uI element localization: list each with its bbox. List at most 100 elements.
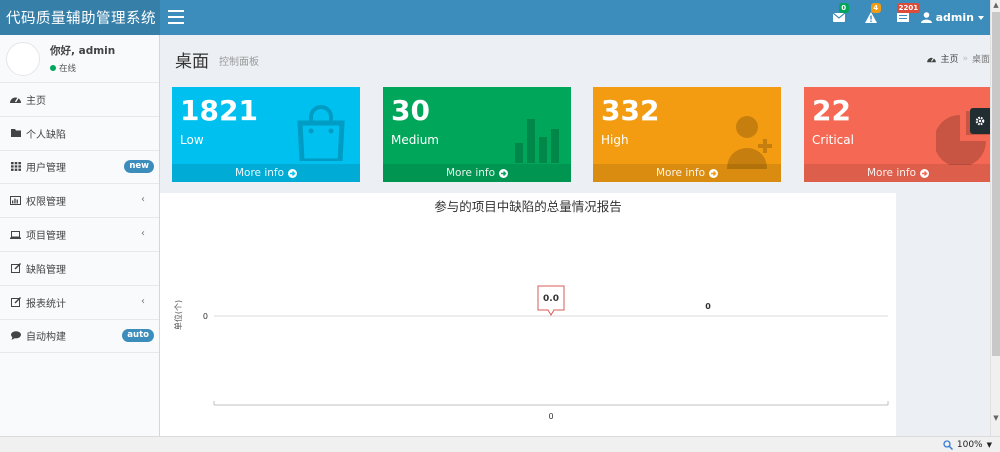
arrow-circle-right-icon xyxy=(920,168,930,178)
messages-badge: 0 xyxy=(838,3,849,13)
chart-title: 参与的项目中缺陷的总量情况报告 xyxy=(434,199,622,214)
data-label: 0 xyxy=(705,302,711,311)
laptop-icon xyxy=(10,229,21,240)
bar-chart-icon xyxy=(515,119,559,163)
messages-menu[interactable]: 0 xyxy=(823,0,855,35)
online-status-icon xyxy=(50,65,56,71)
chevron-left-icon: ‹ xyxy=(141,295,145,307)
sidebar-item-label: 缺陷管理 xyxy=(26,264,66,276)
chart-y-axis-label: 单位(个) xyxy=(173,300,183,330)
user-status-text: 在线 xyxy=(59,64,77,74)
more-info-label: More info xyxy=(655,167,706,179)
app-logo[interactable]: 代码质量辅助管理系统 xyxy=(0,0,160,35)
scrollbar-thumb[interactable] xyxy=(992,12,1000,356)
new-badge: new xyxy=(124,159,154,173)
breadcrumb-current: 桌面 xyxy=(971,55,990,65)
grid-icon xyxy=(10,161,21,172)
defect-report-chart: 参与的项目中缺陷的总量情况报告 单位(个) 0 0 0 0.0 xyxy=(160,193,896,436)
breadcrumb-separator: » xyxy=(962,53,968,64)
user-icon xyxy=(920,12,932,23)
gear-icon xyxy=(975,116,985,126)
stat-label: High xyxy=(601,133,629,147)
more-info-link[interactable]: More info xyxy=(172,164,360,182)
scroll-up-icon[interactable]: ▲ xyxy=(991,0,1000,10)
chevron-left-icon: ‹ xyxy=(141,228,145,240)
sidebar-item-project-management[interactable]: 项目管理 ‹ xyxy=(0,218,159,252)
chart-grid: 0 xyxy=(203,312,888,321)
sidebar-item-label: 自动构建 xyxy=(26,332,66,344)
edit-icon xyxy=(10,297,21,308)
arrow-circle-right-icon xyxy=(709,168,719,178)
stat-label: Low xyxy=(180,133,204,147)
stat-box-medium: 30 Medium More info xyxy=(383,87,571,182)
auto-badge: auto xyxy=(122,328,154,342)
more-info-label: More info xyxy=(445,167,496,179)
stat-value: 30 xyxy=(391,94,430,127)
chart-marks: 00.0 xyxy=(537,285,711,316)
chart-x-axis: 0 xyxy=(213,401,889,421)
top-navbar: 代码质量辅助管理系统 0 4 2201 admin xyxy=(0,0,990,35)
tasks-badge: 2201 xyxy=(896,3,921,13)
settings-button[interactable] xyxy=(970,108,990,134)
user-menu-name: admin xyxy=(935,11,974,24)
user-plus-icon xyxy=(727,116,772,169)
sidebar-item-user-management[interactable]: 用户管理 new xyxy=(0,151,159,185)
page-title: 桌面 xyxy=(175,52,209,72)
more-info-link[interactable]: More info xyxy=(804,164,990,182)
zoom-icon xyxy=(943,439,953,450)
dashboard-icon xyxy=(927,57,937,62)
stat-box-high: 332 High More info xyxy=(593,87,781,182)
sidebar-item-label: 用户管理 xyxy=(26,163,66,175)
sidebar-item-home[interactable]: 主页 xyxy=(0,83,159,117)
user-status[interactable]: 在线 xyxy=(50,62,115,74)
chart-svg: 参与的项目中缺陷的总量情况报告 单位(个) 0 0 00.0 xyxy=(173,199,889,421)
breadcrumb-home[interactable]: 主页 xyxy=(940,52,958,65)
stat-value: 22 xyxy=(812,94,851,127)
sidebar-item-defect-management[interactable]: 缺陷管理 xyxy=(0,252,159,286)
content-header: 桌面 控制面板 主页 » 桌面 xyxy=(160,35,990,77)
zoom-level[interactable]: 100% xyxy=(957,440,983,450)
envelope-icon xyxy=(832,13,845,22)
sidebar-item-label: 报表统计 xyxy=(26,298,66,310)
shopping-bag-icon xyxy=(297,105,345,161)
tooltip-text: 0.0 xyxy=(543,294,559,304)
stat-label: Medium xyxy=(391,133,439,147)
sidebar: 你好, admin 在线 主页 个人缺陷 用户管理 new 权限管理 ‹ 项目管… xyxy=(0,35,160,436)
sidebar-item-permission-management[interactable]: 权限管理 ‹ xyxy=(0,184,159,219)
stat-value: 1821 xyxy=(180,94,258,127)
sidebar-item-label: 个人缺陷 xyxy=(26,129,66,141)
bar-chart-icon xyxy=(10,195,21,206)
chevron-down-icon[interactable]: ▼ xyxy=(987,441,992,449)
scroll-down-icon[interactable]: ▼ xyxy=(991,413,1000,423)
more-info-label: More info xyxy=(866,167,917,179)
notifications-menu[interactable]: 4 xyxy=(855,0,887,35)
more-info-label: More info xyxy=(234,167,285,179)
list-icon xyxy=(896,13,909,22)
x-tick-label: 0 xyxy=(548,412,553,421)
stat-box-low: 1821 Low More info xyxy=(172,87,360,182)
stat-boxes: 1821 Low More info 30 Medium More info 3… xyxy=(172,87,990,183)
sidebar-item-label: 权限管理 xyxy=(26,197,66,209)
sidebar-item-label: 项目管理 xyxy=(26,231,66,243)
sidebar-item-auto-build[interactable]: 自动构建 auto xyxy=(0,320,159,354)
stat-box-critical: 22 Critical More info xyxy=(804,87,990,182)
y-tick-label: 0 xyxy=(203,312,208,321)
avatar xyxy=(6,41,40,76)
user-panel: 你好, admin 在线 xyxy=(0,35,159,83)
more-info-link[interactable]: More info xyxy=(593,164,781,182)
dashboard-icon xyxy=(10,94,21,105)
status-bar: 100% ▼ xyxy=(0,436,1000,452)
notifications-badge: 4 xyxy=(870,3,881,13)
tasks-menu[interactable]: 2201 xyxy=(887,0,921,35)
sidebar-item-label: 主页 xyxy=(26,95,46,107)
sidebar-item-report-statistics[interactable]: 报表统计 ‹ xyxy=(0,286,159,320)
sidebar-item-personal-defects[interactable]: 个人缺陷 xyxy=(0,117,159,151)
vertical-scrollbar[interactable]: ▲ ▼ xyxy=(990,0,1000,436)
warning-icon xyxy=(864,12,877,23)
stat-value: 332 xyxy=(601,94,660,127)
sidebar-toggle-icon[interactable] xyxy=(168,10,184,24)
user-menu[interactable]: admin xyxy=(919,11,990,24)
breadcrumb: 主页 » 桌面 xyxy=(927,52,990,65)
comment-icon xyxy=(10,330,21,341)
more-info-link[interactable]: More info xyxy=(383,164,571,182)
